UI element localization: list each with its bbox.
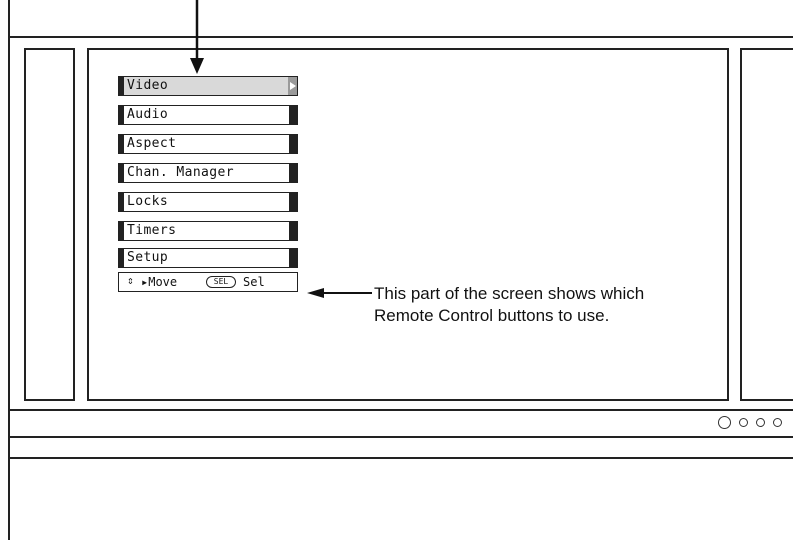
sel-button-icon: SEL	[206, 276, 236, 288]
menu-item-label: Chan. Manager	[127, 165, 234, 180]
submenu-arrow-icon	[290, 82, 296, 90]
menu-item-left-bar	[119, 249, 124, 267]
callout-text: This part of the screen shows which Remo…	[374, 284, 645, 325]
menu-item-left-bar	[119, 222, 124, 240]
menu-item-label: Timers	[127, 223, 177, 238]
menu-item-right-bar	[289, 222, 297, 240]
menu-item-right-bar	[289, 106, 297, 124]
menu-item-label: Audio	[127, 107, 169, 122]
menu-item-chan-manager[interactable]: Chan. Manager	[118, 163, 298, 183]
menu-item-left-bar	[119, 193, 124, 211]
menu-item-timers[interactable]: Timers	[118, 221, 298, 241]
menu-item-right-bar	[289, 193, 297, 211]
indicator-light-icon	[739, 418, 748, 427]
menu-item-label: Locks	[127, 194, 169, 209]
menu-item-left-bar	[119, 135, 124, 153]
menu-item-left-bar	[119, 106, 124, 124]
indicator-light-icon	[773, 418, 782, 427]
menu-item-setup[interactable]: Setup	[118, 248, 298, 268]
menu-item-left-bar	[119, 164, 124, 182]
menu-item-audio[interactable]: Audio	[118, 105, 298, 125]
menu-item-right-bar	[289, 164, 297, 182]
menu-item-right-bar	[289, 249, 297, 267]
hint-sel-label: Sel	[243, 275, 265, 289]
menu-item-label: Video	[127, 78, 169, 93]
menu-item-label: Setup	[127, 250, 169, 265]
up-down-arrows-icon: ⇕	[127, 274, 134, 287]
menu-item-video[interactable]: Video	[118, 76, 298, 96]
menu-item-locks[interactable]: Locks	[118, 192, 298, 212]
pointer-arrow-to-video	[190, 0, 204, 74]
remote-hint-bar: ⇕ ▸Move SEL Sel	[118, 272, 298, 292]
power-indicator-icon	[718, 416, 731, 429]
indicator-light-icon	[756, 418, 765, 427]
hint-move-label: ▸Move	[141, 275, 178, 289]
callout-arrow	[307, 288, 372, 298]
menu-item-left-bar	[119, 77, 124, 95]
menu-item-label: Aspect	[127, 136, 177, 151]
menu-item-right-bar	[289, 135, 297, 153]
menu-item-aspect[interactable]: Aspect	[118, 134, 298, 154]
